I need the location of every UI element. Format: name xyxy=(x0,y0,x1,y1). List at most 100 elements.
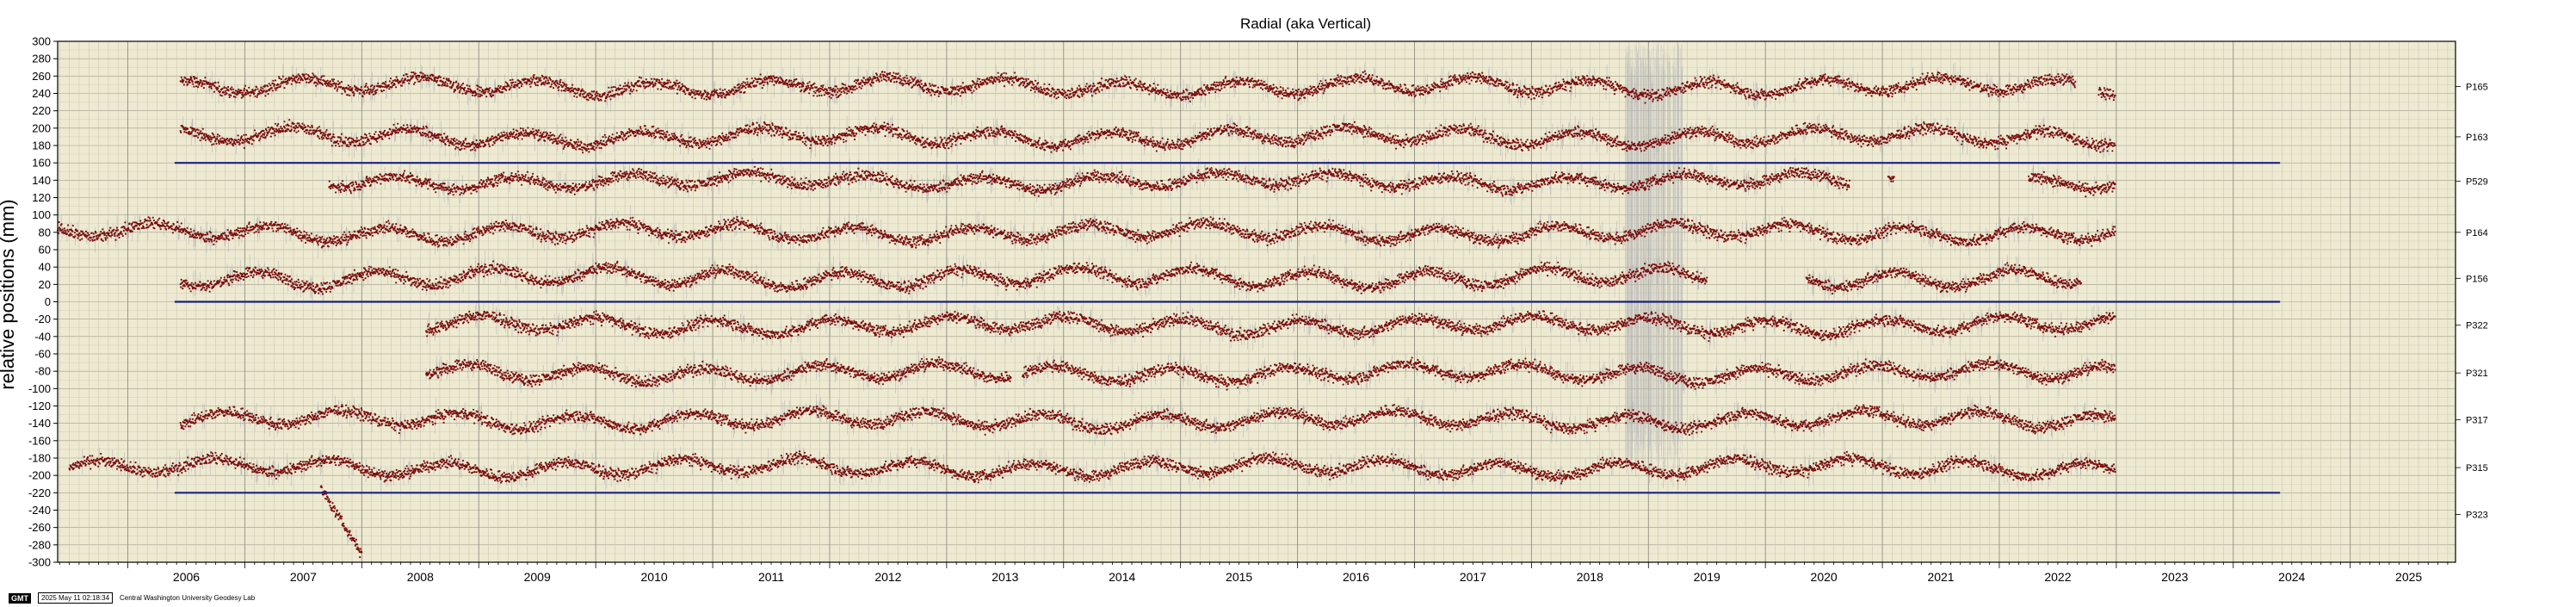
data-point xyxy=(340,85,343,88)
data-point xyxy=(505,89,508,91)
data-point xyxy=(222,91,225,94)
data-point xyxy=(414,81,417,84)
data-point xyxy=(430,78,434,81)
data-point xyxy=(709,97,712,100)
data-point xyxy=(241,91,244,94)
data-point xyxy=(700,90,702,93)
data-point xyxy=(526,82,528,84)
data-point xyxy=(466,84,468,87)
data-point xyxy=(400,84,403,87)
data-point xyxy=(587,95,590,97)
data-point xyxy=(644,82,646,84)
data-point xyxy=(704,90,707,94)
data-point xyxy=(441,84,444,86)
data-point xyxy=(476,88,479,90)
data-point xyxy=(447,84,449,88)
data-point xyxy=(607,93,609,96)
data-point xyxy=(267,93,269,96)
data-point xyxy=(333,87,337,90)
data-point xyxy=(408,82,411,84)
data-point xyxy=(209,82,212,84)
data-point xyxy=(489,87,491,90)
data-point xyxy=(419,78,422,81)
data-point xyxy=(550,85,553,88)
data-point xyxy=(485,96,488,98)
data-point xyxy=(306,77,309,79)
data-point xyxy=(193,85,195,88)
data-point xyxy=(628,85,631,88)
data-point xyxy=(672,87,675,90)
data-point xyxy=(468,85,471,88)
data-point xyxy=(225,92,228,95)
data-point xyxy=(453,81,455,84)
data-point xyxy=(691,96,694,98)
data-point xyxy=(684,93,687,96)
data-point xyxy=(461,82,465,85)
data-point xyxy=(368,90,371,93)
data-point xyxy=(565,84,568,86)
data-point xyxy=(623,88,626,90)
data-point xyxy=(535,77,538,79)
data-point xyxy=(703,97,706,100)
data-point xyxy=(371,84,374,87)
data-point xyxy=(321,84,324,86)
data-point xyxy=(259,92,262,95)
data-point xyxy=(332,78,336,81)
data-point xyxy=(458,91,460,94)
data-point xyxy=(564,90,566,92)
data-point xyxy=(479,95,482,98)
data-point xyxy=(555,84,558,87)
data-point xyxy=(639,85,642,88)
data-point xyxy=(537,77,541,79)
data-point xyxy=(444,81,447,84)
data-point xyxy=(596,92,600,95)
data-point xyxy=(344,90,347,93)
data-point xyxy=(659,81,662,84)
data-point xyxy=(585,96,588,98)
data-point xyxy=(609,98,612,101)
data-point xyxy=(401,77,404,80)
data-point xyxy=(564,84,566,86)
data-point xyxy=(363,93,366,96)
data-point xyxy=(477,95,479,97)
data-point xyxy=(316,77,318,80)
data-point xyxy=(251,90,254,92)
data-point xyxy=(545,80,547,83)
data-point xyxy=(598,93,602,96)
data-point xyxy=(596,90,598,93)
data-point xyxy=(606,96,608,98)
data-point xyxy=(305,73,307,76)
data-point xyxy=(681,83,683,85)
data-point xyxy=(417,78,419,81)
data-point xyxy=(238,88,240,90)
data-point xyxy=(403,81,405,84)
data-point xyxy=(496,90,498,93)
data-point xyxy=(612,85,615,89)
data-point xyxy=(631,90,633,93)
data-point xyxy=(715,89,719,91)
data-point xyxy=(479,90,481,92)
data-point xyxy=(497,84,500,87)
data-point xyxy=(290,83,293,85)
data-point xyxy=(635,82,638,84)
data-point xyxy=(668,79,670,82)
data-point xyxy=(336,90,338,92)
data-point xyxy=(254,95,256,97)
data-point xyxy=(391,81,393,84)
data-point xyxy=(273,84,276,86)
data-point xyxy=(187,83,189,86)
data-point xyxy=(651,77,653,80)
data-point xyxy=(350,89,353,91)
data-point xyxy=(533,77,535,79)
data-point xyxy=(329,80,331,83)
data-point xyxy=(414,72,417,75)
data-point xyxy=(182,79,185,82)
data-point xyxy=(683,89,685,91)
data-point xyxy=(552,80,554,83)
data-point xyxy=(694,97,696,100)
data-point xyxy=(269,84,272,87)
data-point xyxy=(224,90,227,92)
data-point xyxy=(528,83,531,85)
data-point xyxy=(591,94,594,97)
data-point xyxy=(278,77,281,80)
